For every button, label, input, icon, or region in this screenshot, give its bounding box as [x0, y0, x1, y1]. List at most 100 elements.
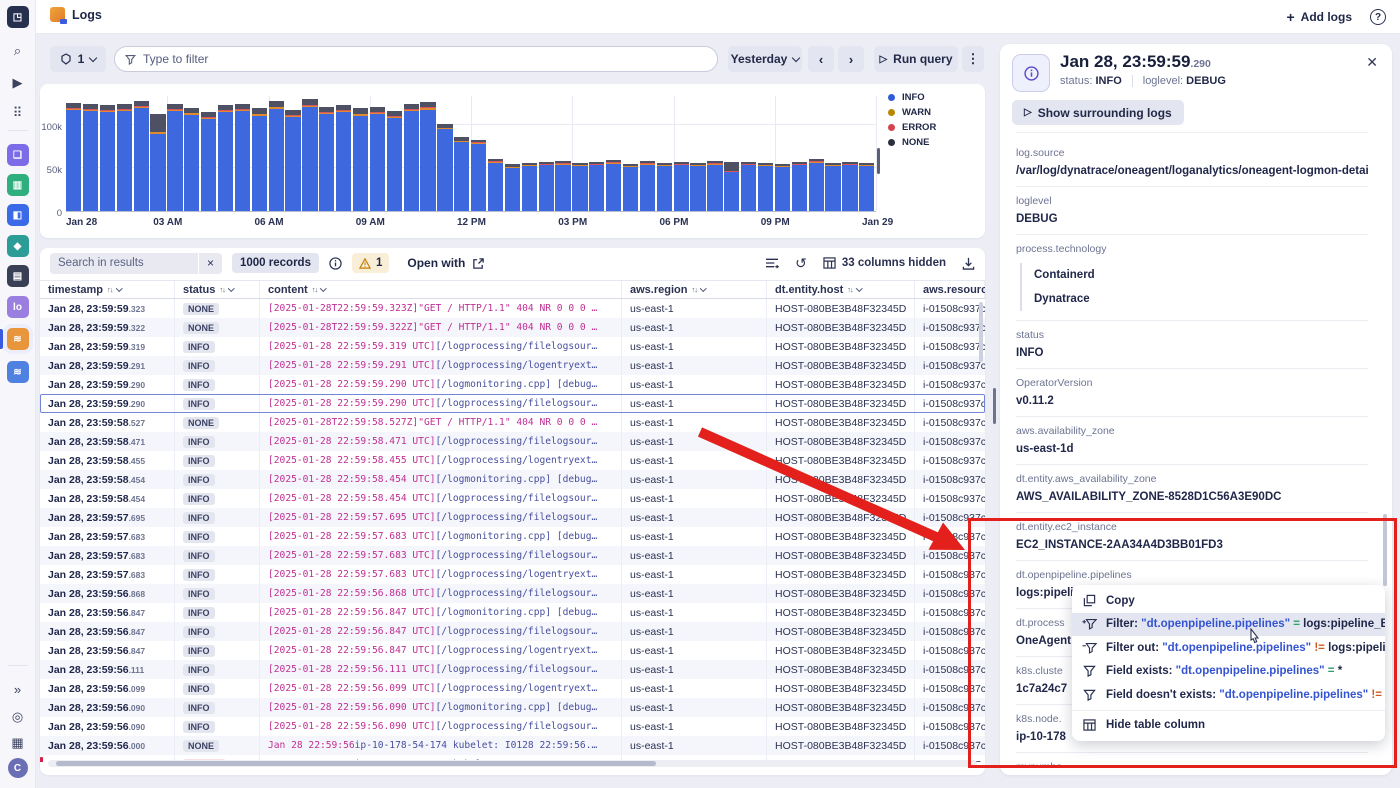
- table-vertical-scrollbar[interactable]: [979, 302, 983, 362]
- legend-item-none[interactable]: NONE: [888, 135, 936, 150]
- apps-grid-icon[interactable]: ⠿: [7, 102, 29, 124]
- column-header-aws.region[interactable]: aws.region↑↓: [622, 281, 767, 298]
- usage-icon[interactable]: ▦: [7, 732, 29, 754]
- histogram-bar[interactable]: [117, 104, 132, 211]
- app-hosts-icon[interactable]: ▤: [7, 265, 29, 287]
- search-in-results-input[interactable]: Search in results: [50, 253, 198, 274]
- histogram-bar[interactable]: [134, 101, 149, 211]
- table-horizontal-scrollbar[interactable]: [48, 760, 977, 767]
- histogram-bar[interactable]: [201, 112, 216, 211]
- table-row[interactable]: Jan 28, 23:59:57.683INFO[2025-01-28 22:5…: [40, 546, 985, 565]
- panel-scrollbar-thumb[interactable]: [1383, 514, 1387, 586]
- menu-item-filter-out[interactable]: Filter out: "dt.openpipeline.pipelines" …: [1072, 636, 1385, 660]
- table-row[interactable]: Jan 28, 23:59:56.847INFO[2025-01-28 22:5…: [40, 622, 985, 641]
- field-value[interactable]: EC2_INSTANCE-2AA34A4D3BB01FD3: [1016, 539, 1368, 551]
- table-row[interactable]: Jan 28, 23:59:56.868INFO[2025-01-28 22:5…: [40, 584, 985, 603]
- histogram-bar[interactable]: [319, 107, 334, 211]
- histogram-bar[interactable]: [707, 161, 722, 211]
- support-icon[interactable]: ◎: [7, 706, 29, 728]
- app-analytics-icon[interactable]: ▥: [7, 174, 29, 196]
- field-value[interactable]: DEBUG: [1016, 213, 1368, 225]
- info-icon[interactable]: [329, 257, 342, 270]
- histogram-bar[interactable]: [150, 114, 165, 211]
- histogram-bar[interactable]: [657, 163, 672, 211]
- show-surrounding-logs-button[interactable]: ▷ Show surrounding logs: [1012, 100, 1184, 125]
- table-row[interactable]: Jan 28, 23:59:56.847INFO[2025-01-28 22:5…: [40, 641, 985, 660]
- column-header-timestamp[interactable]: timestamp↑↓: [40, 281, 175, 298]
- histogram-bar[interactable]: [859, 163, 874, 211]
- close-icon[interactable]: ✕: [1366, 54, 1378, 71]
- histogram-bar[interactable]: [420, 102, 435, 211]
- table-row[interactable]: Jan 28, 23:59:56.090INFO[2025-01-28 22:5…: [40, 698, 985, 717]
- table-row[interactable]: Jan 28, 23:59:56.090INFO[2025-01-28 22:5…: [40, 717, 985, 736]
- page-scrollbar-thumb[interactable]: [993, 388, 996, 424]
- warnings-badge[interactable]: 1: [352, 253, 389, 273]
- column-header-content[interactable]: content↑↓: [260, 281, 622, 298]
- histogram-plot[interactable]: [66, 96, 876, 212]
- reset-columns-icon[interactable]: ↺: [795, 255, 807, 272]
- app-tab-logs[interactable]: Logs: [50, 7, 102, 22]
- histogram-bar[interactable]: [83, 104, 98, 211]
- account-avatar[interactable]: C: [8, 758, 28, 778]
- launch-icon[interactable]: ▶: [7, 72, 29, 94]
- timeframe-selector[interactable]: Yesterday: [728, 46, 802, 72]
- histogram-bar[interactable]: [640, 161, 655, 211]
- run-query-button[interactable]: ▷ Run query: [874, 46, 958, 72]
- histogram-bar[interactable]: [842, 162, 857, 211]
- column-menu-icon[interactable]: [856, 285, 862, 291]
- table-row[interactable]: Jan 28, 23:59:58.471INFO[2025-01-28 22:5…: [40, 432, 985, 451]
- histogram-bar[interactable]: [404, 104, 419, 211]
- field-value[interactable]: /var/log/dynatrace/oneagent/loganalytics…: [1016, 165, 1368, 177]
- histogram-bar[interactable]: [505, 164, 520, 211]
- histogram-bar[interactable]: [302, 99, 317, 211]
- histogram-bar[interactable]: [353, 108, 368, 211]
- histogram-bar[interactable]: [370, 107, 385, 211]
- row-density-icon[interactable]: [765, 257, 779, 269]
- histogram-bar[interactable]: [471, 140, 486, 211]
- field-list-value[interactable]: Dynatrace: [1034, 287, 1368, 311]
- legend-item-error[interactable]: ERROR: [888, 120, 936, 135]
- menu-item-copy[interactable]: Copy: [1072, 589, 1385, 613]
- app-layers-icon[interactable]: ❏: [7, 144, 29, 166]
- histogram-bar[interactable]: [235, 104, 250, 211]
- table-row[interactable]: Jan 28, 23:59:56.111INFO[2025-01-28 22:5…: [40, 660, 985, 679]
- timeframe-prev-button[interactable]: ‹: [808, 46, 834, 72]
- column-menu-icon[interactable]: [228, 285, 234, 291]
- column-header-dt.entity.host[interactable]: dt.entity.host↑↓: [767, 281, 915, 298]
- help-icon[interactable]: ?: [1370, 9, 1386, 25]
- legend-item-info[interactable]: INFO: [888, 90, 936, 105]
- histogram-bar[interactable]: [825, 163, 840, 211]
- field-value[interactable]: v0.11.2: [1016, 395, 1368, 407]
- column-menu-icon[interactable]: [320, 285, 326, 291]
- download-icon[interactable]: [962, 257, 975, 270]
- querybar-kebab-menu[interactable]: ⋮: [962, 46, 984, 72]
- table-row[interactable]: Jan 28, 23:59:58.454INFO[2025-01-28 22:5…: [40, 489, 985, 508]
- search-icon[interactable]: ⌕: [7, 40, 29, 62]
- open-with-button[interactable]: Open with: [407, 256, 485, 270]
- table-row[interactable]: Jan 28, 23:59:58.454INFO[2025-01-28 22:5…: [40, 470, 985, 489]
- app-logs-preview-icon[interactable]: ≋: [7, 361, 29, 383]
- column-header-status[interactable]: status↑↓: [175, 281, 260, 298]
- histogram-bar[interactable]: [809, 159, 824, 211]
- menu-item-filter[interactable]: Filter: "dt.openpipeline.pipelines" = lo…: [1072, 613, 1385, 637]
- histogram-bar[interactable]: [488, 159, 503, 211]
- app-logs-purple-icon[interactable]: lo: [7, 296, 29, 318]
- field-value[interactable]: us-east-1d: [1016, 443, 1368, 455]
- histogram-bar[interactable]: [623, 164, 638, 211]
- histogram-bar[interactable]: [100, 105, 115, 211]
- collapse-rail-icon[interactable]: »: [7, 678, 29, 700]
- app-logs-active-icon[interactable]: ≋: [7, 328, 29, 350]
- histogram-bar[interactable]: [454, 137, 469, 211]
- column-header-aws.resource.id[interactable]: aws.resource.id↑↓: [915, 281, 985, 298]
- app-dashboard-icon[interactable]: ◧: [7, 204, 29, 226]
- dynatrace-logo[interactable]: ◳: [7, 6, 29, 28]
- table-row[interactable]: Jan 28, 23:59:56.847INFO[2025-01-28 22:5…: [40, 603, 985, 622]
- histogram-bar[interactable]: [336, 105, 351, 211]
- chart-scroll-handle[interactable]: [877, 148, 880, 174]
- table-row[interactable]: Jan 28, 23:59:57.683INFO[2025-01-28 22:5…: [40, 565, 985, 584]
- histogram-bar[interactable]: [387, 111, 402, 211]
- add-logs-button[interactable]: + Add logs: [1286, 9, 1352, 25]
- sort-icon[interactable]: ↑↓: [312, 285, 318, 294]
- histogram-bar[interactable]: [437, 124, 452, 211]
- table-row[interactable]: Jan 28, 23:59:59.291INFO[2025-01-28 22:5…: [40, 356, 985, 375]
